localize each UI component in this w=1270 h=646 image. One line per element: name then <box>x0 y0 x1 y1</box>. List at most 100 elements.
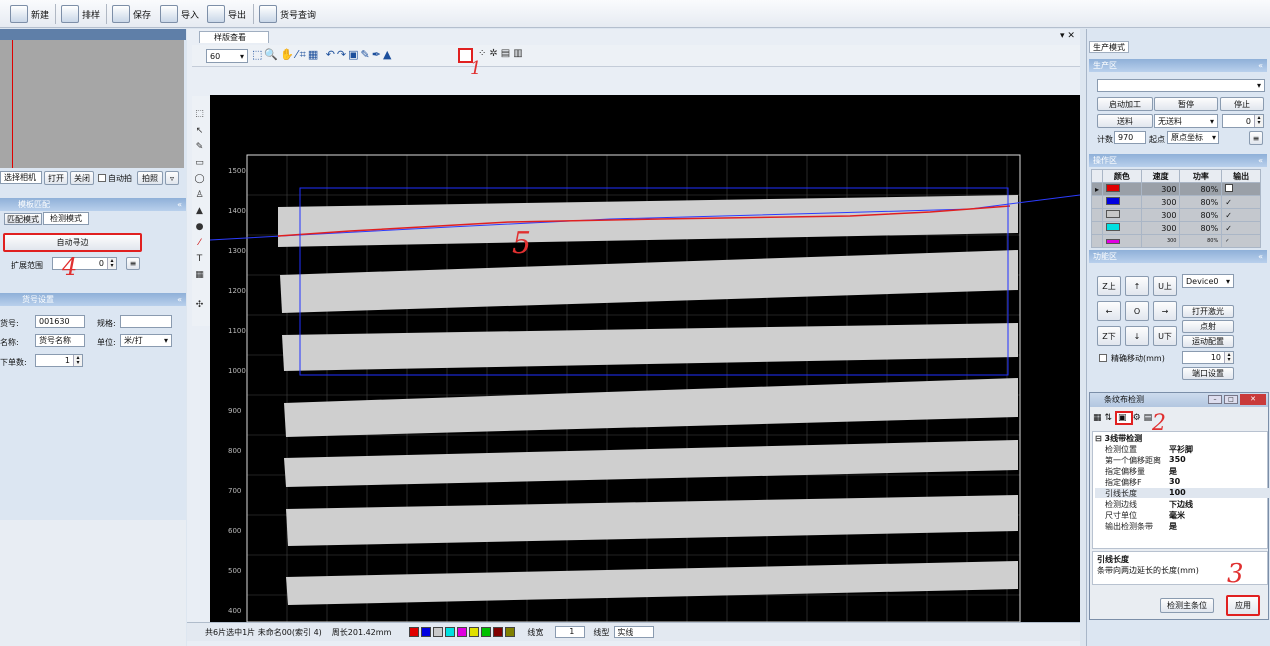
move-up-button[interactable]: ↑ <box>1125 276 1149 296</box>
motion-config-button[interactable]: 运动配置 <box>1182 335 1234 348</box>
z-down-button[interactable]: Z下 <box>1097 326 1121 346</box>
palette-color[interactable] <box>457 627 468 637</box>
u-down-button[interactable]: U下 <box>1153 326 1177 346</box>
order-count-input[interactable]: 1 ▴ ▾ <box>35 354 83 367</box>
precise-move-checkbox[interactable] <box>1099 354 1107 362</box>
property-row[interactable]: 指定偏移F 30 <box>1095 477 1270 487</box>
palette-color[interactable] <box>445 627 456 637</box>
move-down-button[interactable]: ↓ <box>1125 326 1149 346</box>
palette-color[interactable] <box>433 627 444 637</box>
palette-color[interactable] <box>505 627 516 637</box>
extra-tool-icons[interactable]: ⁘✲▤▥ <box>478 48 538 63</box>
save-button[interactable]: 保存 <box>112 3 151 25</box>
table-row[interactable]: ▸ 300 80% <box>1090 182 1261 196</box>
line-tool-icon[interactable]: ⁄ <box>193 238 206 249</box>
bezier-tool-icon[interactable]: ✎ <box>193 142 206 153</box>
palette-color[interactable] <box>421 627 432 637</box>
stepper-icon[interactable]: ▴ ▾ <box>1224 352 1233 363</box>
property-group[interactable]: ⊟ 3线带检测 <box>1095 433 1142 444</box>
output-checkbox[interactable]: ✓ <box>1221 221 1261 235</box>
open-laser-button[interactable]: 打开激光 <box>1182 305 1234 318</box>
start-process-button[interactable]: 启动加工 <box>1097 97 1153 111</box>
property-row[interactable]: 第一个偏移距离 350 <box>1095 455 1270 465</box>
move-right-button[interactable]: → <box>1153 301 1177 321</box>
circle-tool-icon[interactable]: ● <box>193 222 206 233</box>
maximize-icon[interactable]: □ <box>1224 395 1238 404</box>
shoot-button[interactable]: 拍照 <box>137 171 163 185</box>
z-up-button[interactable]: Z上 <box>1097 276 1121 296</box>
camera-menu-button[interactable]: ▿ <box>165 171 179 185</box>
table-row[interactable]: 300 80% ✓ <box>1090 234 1261 248</box>
property-row[interactable]: 指定偏移量 是 <box>1095 466 1270 476</box>
palette-color[interactable] <box>409 627 420 637</box>
property-row[interactable]: 输出检测条带 是 <box>1095 521 1270 531</box>
tab-production-mode[interactable]: 生产模式 <box>1089 41 1129 53</box>
auto-edge-button[interactable]: 自动寻边 <box>3 233 142 252</box>
ellipse-tool-icon[interactable]: ◯ <box>193 174 206 185</box>
select-tool-icon[interactable]: ⬚ <box>193 109 206 120</box>
open-camera-button[interactable]: 打开 <box>44 171 68 185</box>
code-input[interactable]: 001630 <box>35 315 85 328</box>
u-up-button[interactable]: U上 <box>1153 276 1177 296</box>
table-row[interactable]: 300 80% ✓ <box>1090 195 1261 209</box>
output-checkbox[interactable]: ✓ <box>1221 208 1261 222</box>
collapse-icon[interactable]: « <box>177 200 182 209</box>
collapse-icon[interactable]: « <box>1258 252 1263 261</box>
property-pages-icon[interactable]: ▣ <box>1115 411 1133 425</box>
move-left-button[interactable]: ← <box>1097 301 1121 321</box>
minimize-icon[interactable]: – <box>1208 395 1222 404</box>
property-row[interactable]: 尺寸单位 毫米 <box>1095 510 1270 520</box>
palette-color[interactable] <box>493 627 504 637</box>
tab-match-mode[interactable]: 匹配模式 <box>4 213 42 225</box>
spec-input[interactable] <box>120 315 172 328</box>
close-icon[interactable]: ✕ <box>1240 394 1266 405</box>
measure-tool-icon[interactable]: ✣ <box>193 300 206 311</box>
new-button[interactable]: 新建 <box>10 3 49 25</box>
feed-value-input[interactable]: 0 ▴ ▾ <box>1222 114 1264 128</box>
camera-select[interactable]: 选择相机 <box>0 171 42 184</box>
rectangle-tool-icon[interactable]: ▭ <box>193 158 206 169</box>
origin-select[interactable]: 原点坐标 ▾ <box>1167 131 1219 144</box>
table-row[interactable]: 300 80% ✓ <box>1090 221 1261 235</box>
collapse-icon[interactable]: « <box>1258 156 1263 165</box>
count-input[interactable]: 970 <box>1114 131 1146 144</box>
table-row[interactable]: 300 80% ✓ <box>1090 208 1261 222</box>
stepper-icon[interactable]: ▴ ▾ <box>107 258 116 269</box>
sample-canvas[interactable]: 1500 1400 1300 1200 1100 1000 900 800 70… <box>210 95 1080 622</box>
text-tool-icon[interactable]: T <box>193 254 206 265</box>
palette-color[interactable] <box>469 627 480 637</box>
stop-button[interactable]: 停止 <box>1220 97 1264 111</box>
line-width-input[interactable]: 1 <box>555 626 586 638</box>
layout-button[interactable]: 排样 <box>61 3 100 25</box>
node-tool-icon[interactable]: ↖ <box>193 126 206 137</box>
collapse-icon[interactable]: « <box>1258 61 1263 70</box>
zoom-select[interactable]: 60 ▾ <box>206 49 248 63</box>
unit-select[interactable]: 米/打 ▾ <box>120 334 172 347</box>
detect-main-strip-button[interactable]: 检测主条位 <box>1160 598 1214 613</box>
close-camera-button[interactable]: 关闭 <box>70 171 94 185</box>
precise-move-input[interactable]: 10 ▴ ▾ <box>1182 351 1234 364</box>
export-button[interactable]: 导出 <box>207 3 246 25</box>
polygon-tool-icon[interactable]: ▲ <box>193 206 206 217</box>
origin-button[interactable]: O <box>1125 301 1149 321</box>
editor-close-icon[interactable]: ▾ ✕ <box>1060 31 1075 41</box>
pause-button[interactable]: 暂停 <box>1154 97 1218 111</box>
port-settings-button[interactable]: 端口设置 <box>1182 367 1234 380</box>
spot-fire-button[interactable]: 点射 <box>1182 320 1234 333</box>
table-tool-icon[interactable]: ▦ <box>193 270 206 281</box>
output-checkbox[interactable] <box>1221 182 1261 196</box>
pen-tool-icon[interactable]: ♙ <box>193 190 206 201</box>
expand-menu-button[interactable]: ≡ <box>126 257 140 270</box>
palette-color[interactable] <box>481 627 492 637</box>
tab-detect-mode[interactable]: 检测模式 <box>43 212 89 225</box>
product-query-button[interactable]: 货号查询 <box>259 3 316 25</box>
name-input[interactable]: 货号名称 <box>35 334 85 347</box>
property-row-selected[interactable]: 引线长度 100 <box>1095 488 1270 498</box>
tab-sample-view[interactable]: 样版查看 <box>199 31 269 43</box>
line-type-select[interactable]: 实线 <box>614 626 655 638</box>
stepper-icon[interactable]: ▴ ▾ <box>1254 115 1263 127</box>
property-row[interactable]: 检测位置 平衫脚 <box>1095 444 1270 454</box>
auto-shoot-checkbox[interactable] <box>98 174 106 182</box>
property-row[interactable]: 检测边线 下边线 <box>1095 499 1270 509</box>
production-menu-button[interactable]: ≡ <box>1249 131 1263 145</box>
